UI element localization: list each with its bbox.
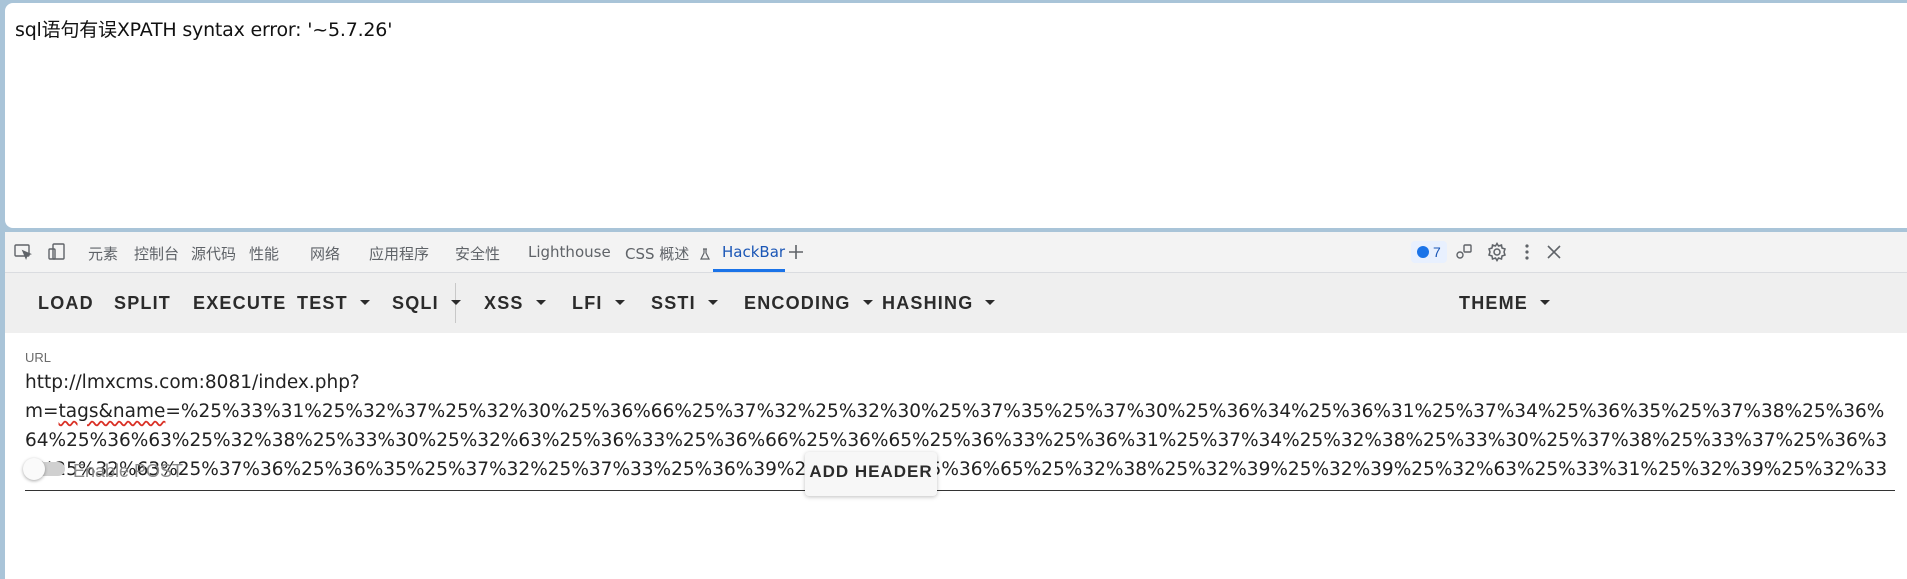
sqli-dropdown[interactable]: SQLI [392,273,461,333]
test-dropdown-label: TEST [297,293,348,313]
devtools-tab-bar: 元素 控制台 源代码 性能 网络 应用程序 安全性 Lighthouse CSS… [5,232,1907,273]
url-param-misspelled: tags&name [58,401,166,422]
chevron-down-icon [985,299,996,305]
hashing-dropdown-label: HASHING [882,293,974,313]
tab-performance[interactable]: 性能 [249,243,279,264]
encoding-dropdown[interactable]: ENCODING [744,273,873,333]
active-tab-indicator [713,269,785,272]
gear-icon[interactable] [1487,242,1507,262]
tab-console[interactable]: 控制台 [134,243,179,264]
theme-dropdown[interactable]: THEME [1459,273,1550,333]
load-button[interactable]: LOAD [38,273,94,333]
chevron-down-icon [450,299,461,305]
tab-hackbar[interactable]: HackBar [722,243,785,261]
chevron-down-icon [359,299,370,305]
xss-dropdown-label: XSS [484,293,524,313]
url-param-payload: =%25%33%31%25%32%37%25%32%30%25%36%66%25… [25,401,1888,480]
chevron-down-icon [862,299,873,305]
message-icon [1417,246,1429,258]
hackbar-toolbar: LOAD SPLIT EXECUTE TEST SQLI XSS LFI SST… [5,273,1907,333]
plus-icon[interactable] [786,242,806,262]
tab-css-overview[interactable]: CSS 概述 [625,243,711,264]
sqli-dropdown-label: SQLI [392,293,439,313]
url-label: URL [25,350,52,365]
tab-css-overview-label: CSS 概述 [625,245,690,263]
xss-dropdown[interactable]: XSS [484,273,546,333]
devtools-panel: 元素 控制台 源代码 性能 网络 应用程序 安全性 Lighthouse CSS… [5,232,1907,579]
inspect-icon[interactable] [13,242,33,262]
device-toggle-icon[interactable] [47,242,67,262]
enable-post-toggle-thumb[interactable] [23,458,45,480]
chevron-down-icon [535,299,546,305]
chevron-down-icon [707,299,718,305]
add-header-button[interactable]: ADD HEADER [805,452,937,496]
chevron-down-icon [614,299,625,305]
issues-count: 7 [1433,244,1441,260]
hashing-dropdown[interactable]: HASHING [882,273,996,333]
page-viewport: sql语句有误XPATH syntax error: '~5.7.26' [5,3,1907,228]
lfi-dropdown-label: LFI [572,293,603,313]
tab-elements[interactable]: 元素 [88,243,118,264]
customize-icon[interactable] [1454,242,1474,262]
flask-icon [700,248,711,260]
test-dropdown[interactable]: TEST [297,273,370,333]
execute-button[interactable]: EXECUTE [193,273,286,333]
enable-post-label: Enable POST [73,461,184,481]
url-line-base: http://lmxcms.com:8081/index.php? [25,372,360,393]
tab-network[interactable]: 网络 [310,243,340,264]
split-button[interactable]: SPLIT [114,273,171,333]
tab-security[interactable]: 安全性 [455,243,500,264]
url-param-prefix: m= [25,401,59,422]
tab-lighthouse[interactable]: Lighthouse [528,243,611,261]
lfi-dropdown[interactable]: LFI [572,273,625,333]
page-error-message: sql语句有误XPATH syntax error: '~5.7.26' [15,19,393,41]
url-input[interactable]: http://lmxcms.com:8081/index.php? m=tags… [25,368,1895,491]
ssti-dropdown[interactable]: SSTI [651,273,718,333]
tab-sources[interactable]: 源代码 [191,243,236,264]
tab-application[interactable]: 应用程序 [369,243,429,264]
ssti-dropdown-label: SSTI [651,293,696,313]
more-icon[interactable] [1517,242,1537,262]
encoding-dropdown-label: ENCODING [744,293,851,313]
close-icon[interactable] [1544,242,1564,262]
issues-badge[interactable]: 7 [1411,241,1447,263]
theme-dropdown-label: THEME [1459,293,1528,313]
chevron-down-icon [1540,299,1550,305]
